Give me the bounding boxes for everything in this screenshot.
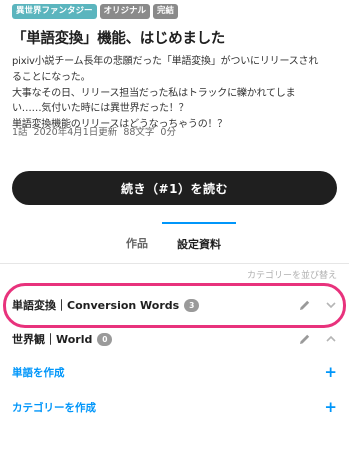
tab-works[interactable]: 作品 xyxy=(108,222,166,264)
create-word-button[interactable]: 単語を作成 + xyxy=(12,361,337,383)
reading-time: 0分 xyxy=(160,127,176,138)
category-row-world[interactable]: 世界観｜World 0 xyxy=(12,325,337,353)
create-category-button[interactable]: カテゴリーを作成 + xyxy=(12,396,337,418)
pencil-icon[interactable] xyxy=(299,333,311,345)
highlight-frame xyxy=(3,283,346,328)
tab-bar: 作品 設定資料 xyxy=(0,222,349,264)
plus-icon: + xyxy=(324,397,337,416)
novel-meta: 1話 2020年4月1日更新 88文字 0分 xyxy=(12,124,176,138)
reorder-categories-link[interactable]: カテゴリーを並び替え xyxy=(247,268,337,281)
char-count: 88文字 xyxy=(123,127,155,138)
updated-date: 2020年4月1日更新 xyxy=(33,127,118,138)
create-word-label: 単語を作成 xyxy=(12,366,65,379)
category-label: 世界観｜World xyxy=(12,333,93,346)
description-line: 大事なその日、リリース担当だった私はトラックに轢かれてしま xyxy=(12,87,296,99)
tag-original[interactable]: オリジナル xyxy=(99,4,151,19)
description-line: pixiv小説チーム長年の悲願だった「単語変換」がついにリリースされ xyxy=(12,56,319,67)
chevron-up-icon[interactable] xyxy=(325,333,337,345)
tab-settings[interactable]: 設定資料 xyxy=(162,222,236,264)
create-category-label: カテゴリーを作成 xyxy=(12,401,96,414)
plus-icon: + xyxy=(324,362,337,381)
novel-description: pixiv小説チーム長年の悲願だった「単語変換」がついにリリースされ ることにな… xyxy=(12,54,342,133)
tag-isekai-fantasy[interactable]: 異世界ファンタジー xyxy=(12,4,97,19)
read-continue-button[interactable]: 続き（#1）を読む xyxy=(12,171,337,205)
novel-title: 「単語変換」機能、はじめました xyxy=(12,31,225,47)
category-count-badge: 0 xyxy=(97,332,113,346)
tag-list: 異世界ファンタジー オリジナル 完結 xyxy=(12,4,179,19)
episode-count: 1話 xyxy=(12,127,28,138)
description-line: い……気付いた時には異世界だった！？ xyxy=(12,103,189,115)
description-line: ることになった。 xyxy=(12,71,91,83)
tag-completed: 完結 xyxy=(153,4,179,19)
